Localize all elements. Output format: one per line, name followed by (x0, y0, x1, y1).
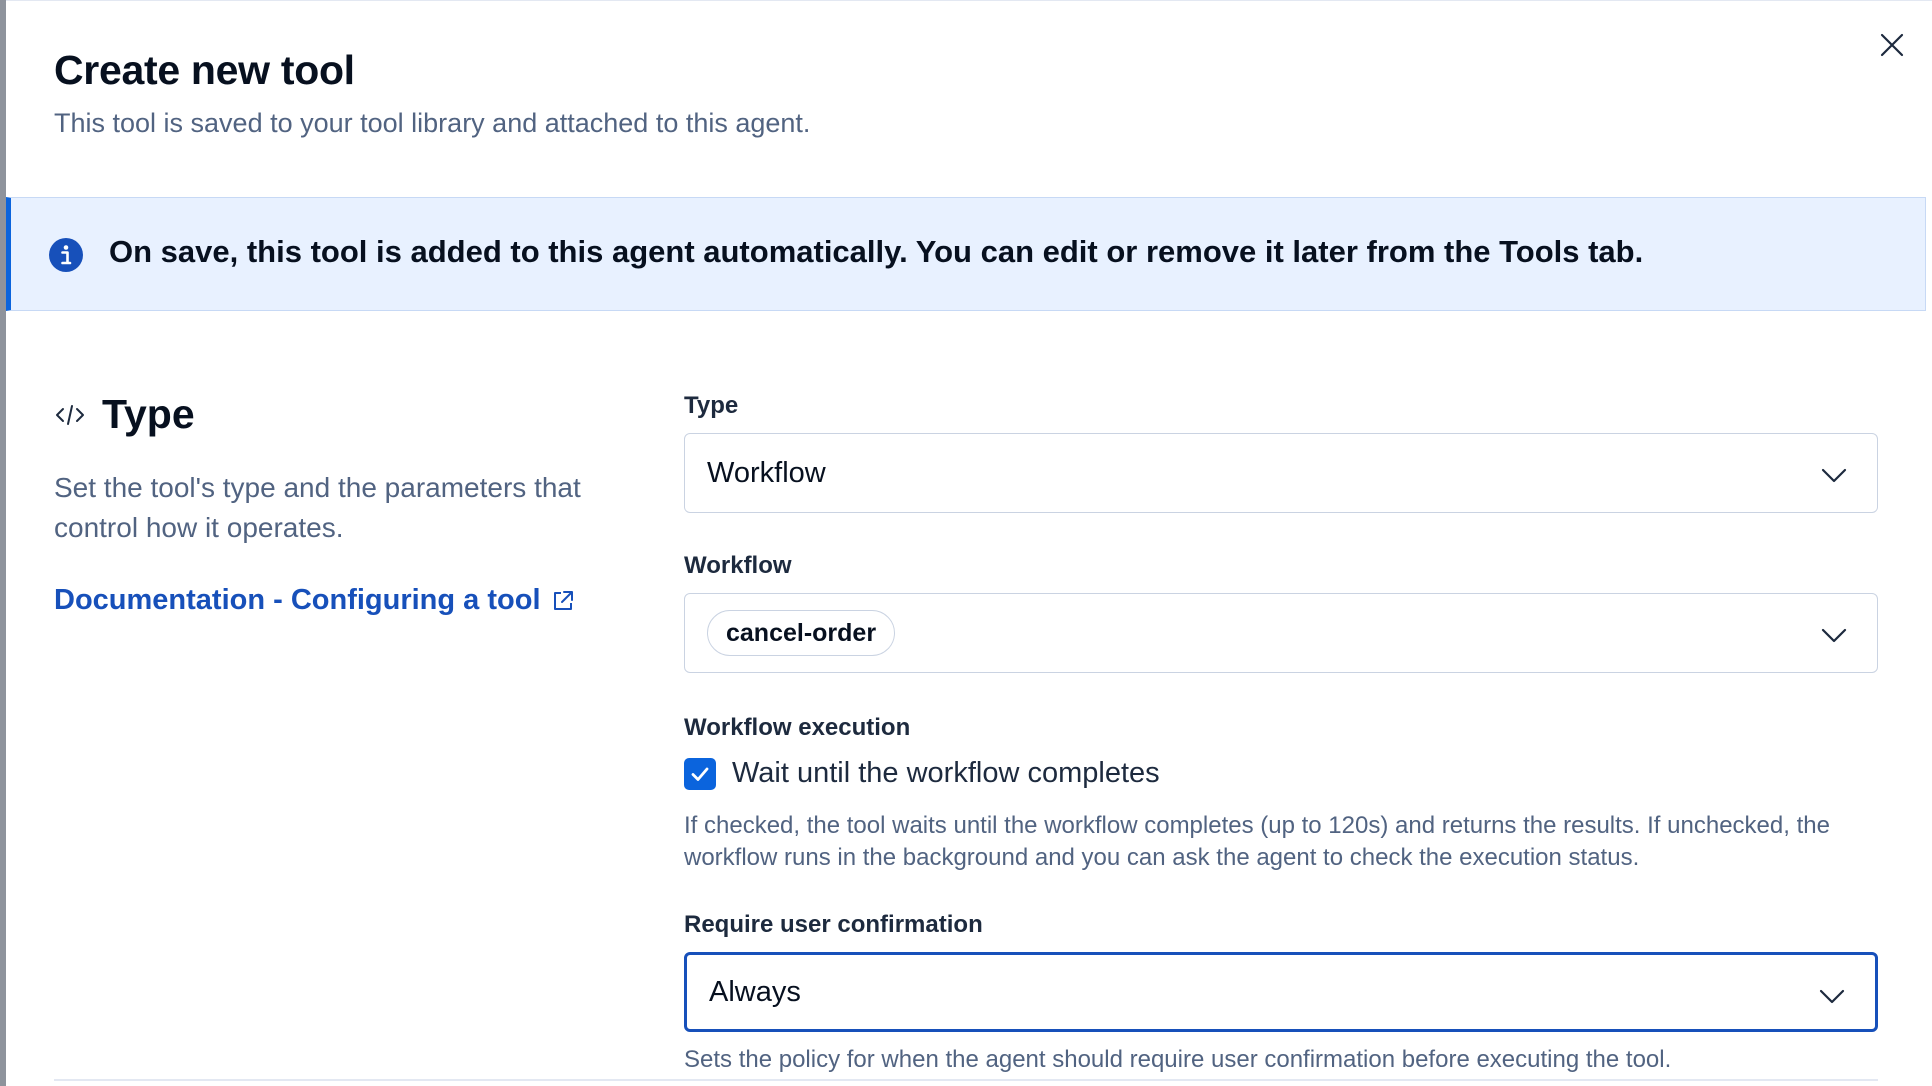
external-link-icon (553, 590, 573, 610)
type-section-description: Type Set the tool's type and the paramet… (54, 391, 654, 617)
type-field-label: Type (684, 392, 739, 419)
info-icon (49, 238, 83, 272)
close-button[interactable] (1872, 25, 1912, 65)
workflow-combobox[interactable]: cancel-order (684, 593, 1878, 673)
checkmark-icon (691, 767, 709, 781)
documentation-link[interactable]: Documentation - Configuring a tool (54, 584, 654, 617)
type-select[interactable]: Workflow (684, 433, 1878, 513)
info-callout: On save, this tool is added to this agen… (6, 197, 1926, 311)
callout-text: On save, this tool is added to this agen… (109, 234, 1644, 269)
page: Create new tool This tool is saved to yo… (0, 0, 1932, 1086)
flyout-header: Create new tool This tool is saved to yo… (54, 47, 810, 139)
flyout-subtitle: This tool is saved to your tool library … (54, 108, 811, 138)
chevron-down-icon (1821, 628, 1847, 643)
section-title: Type (102, 391, 195, 437)
wait-checkbox-row: Wait until the workflow completes (684, 757, 1878, 790)
flyout-title: Create new tool (54, 47, 355, 93)
type-select-value: Workflow (707, 456, 826, 489)
section-divider (54, 1079, 1878, 1081)
code-icon (56, 404, 84, 425)
section-heading: Type (54, 391, 654, 438)
chevron-down-icon (1821, 468, 1847, 483)
confirmation-help-text: Sets the policy for when the agent shoul… (684, 1046, 1672, 1073)
confirmation-field-label: Require user confirmation (684, 911, 983, 938)
confirmation-select[interactable]: Always (684, 952, 1878, 1032)
workflow-execution-label: Workflow execution (684, 714, 911, 741)
workflow-field-label: Workflow (684, 552, 792, 579)
wait-checkbox-label[interactable]: Wait until the workflow completes (732, 757, 1160, 790)
chevron-down-icon (1819, 989, 1845, 1004)
execution-help-text: If checked, the tool waits until the wor… (684, 812, 1830, 871)
close-icon (1880, 33, 1904, 57)
documentation-link-label: Documentation - Configuring a tool (54, 584, 541, 616)
create-tool-flyout: Create new tool This tool is saved to yo… (6, 0, 1932, 1086)
section-description: Set the tool's type and the parameters t… (54, 472, 581, 543)
confirmation-select-value: Always (709, 975, 801, 1008)
workflow-selected-pill[interactable]: cancel-order (707, 610, 896, 656)
tool-form: Type Workflow Workflow cancel-order Work… (684, 391, 1878, 1076)
wait-checkbox[interactable] (684, 757, 716, 790)
